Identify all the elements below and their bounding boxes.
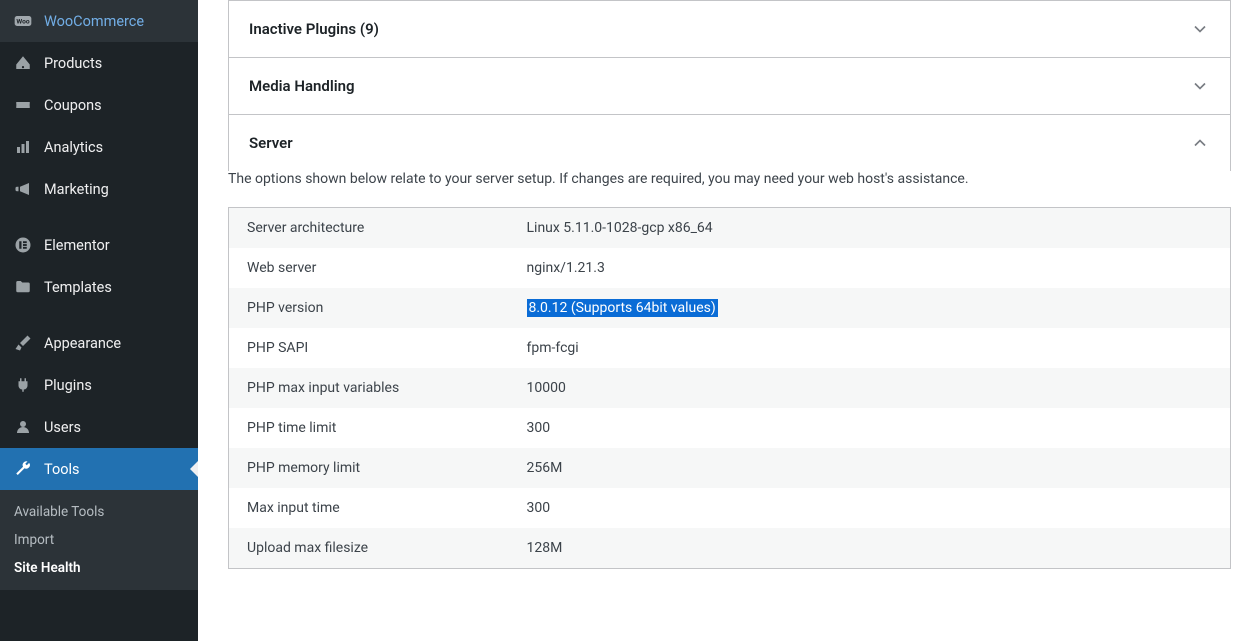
server-panel-body: The options shown below relate to your s… xyxy=(228,171,1231,589)
menu-label: Analytics xyxy=(44,139,103,156)
sidebar-item-marketing[interactable]: Marketing xyxy=(0,168,198,210)
elementor-icon xyxy=(12,234,34,256)
sidebar-item-woocommerce[interactable]: Woo WooCommerce xyxy=(0,0,198,42)
table-row: PHP version 8.0.12 (Supports 64bit values… xyxy=(229,288,1231,328)
menu-label: Appearance xyxy=(44,335,121,352)
menu-label: Plugins xyxy=(44,377,92,394)
menu-label: Products xyxy=(44,55,102,72)
row-value: Linux 5.11.0-1028-gcp x86_64 xyxy=(509,208,1231,249)
table-row: PHP max input variables10000 xyxy=(229,368,1231,408)
panel-media-handling: Media Handling xyxy=(228,58,1231,115)
row-value: 256M xyxy=(509,448,1231,488)
row-value: 10000 xyxy=(509,368,1231,408)
plug-icon xyxy=(12,374,34,396)
panel-title: Server xyxy=(249,134,293,152)
menu-label: Users xyxy=(44,419,81,436)
sidebar-item-plugins[interactable]: Plugins xyxy=(0,364,198,406)
sidebar-item-analytics[interactable]: Analytics xyxy=(0,126,198,168)
user-icon xyxy=(12,416,34,438)
submenu-import[interactable]: Import xyxy=(0,526,198,554)
sidebar-item-appearance[interactable]: Appearance xyxy=(0,322,198,364)
panel-toggle-server[interactable]: Server xyxy=(229,115,1230,171)
tools-submenu: Available Tools Import Site Health xyxy=(0,490,198,590)
woo-icon: Woo xyxy=(12,10,34,32)
panel-title: Media Handling xyxy=(249,77,355,95)
menu-label: Elementor xyxy=(44,237,110,254)
submenu-site-health[interactable]: Site Health xyxy=(0,554,198,582)
panel-title: Inactive Plugins (9) xyxy=(249,20,379,38)
row-label: PHP memory limit xyxy=(229,448,509,488)
ticket-icon xyxy=(12,94,34,116)
server-description: The options shown below relate to your s… xyxy=(228,171,1231,207)
row-value: 128M xyxy=(509,528,1231,569)
menu-label: WooCommerce xyxy=(44,13,144,30)
row-label: Server architecture xyxy=(229,208,509,249)
panel-toggle-media-handling[interactable]: Media Handling xyxy=(229,58,1230,114)
sidebar-item-users[interactable]: Users xyxy=(0,406,198,448)
chevron-down-icon xyxy=(1190,19,1210,39)
row-label: Upload max filesize xyxy=(229,528,509,569)
row-label: PHP version xyxy=(229,288,509,328)
row-label: PHP time limit xyxy=(229,408,509,448)
panel-toggle-inactive-plugins[interactable]: Inactive Plugins (9) xyxy=(229,1,1230,57)
row-value: 300 xyxy=(509,408,1231,448)
sidebar-item-products[interactable]: Products xyxy=(0,42,198,84)
brush-icon xyxy=(12,332,34,354)
menu-label: Coupons xyxy=(44,97,102,114)
menu-label: Templates xyxy=(44,279,112,296)
menu-label: Tools xyxy=(44,461,80,478)
table-row: Server architectureLinux 5.11.0-1028-gcp… xyxy=(229,208,1231,249)
highlighted-text: 8.0.12 (Supports 64bit values) xyxy=(527,299,718,317)
panel-server: Server xyxy=(228,115,1231,171)
menu-label: Marketing xyxy=(44,181,109,198)
chart-icon xyxy=(12,136,34,158)
folder-icon xyxy=(12,276,34,298)
sidebar-item-templates[interactable]: Templates xyxy=(0,266,198,308)
table-row: PHP SAPIfpm-fcgi xyxy=(229,328,1231,368)
tag-icon xyxy=(12,52,34,74)
svg-text:Woo: Woo xyxy=(16,18,29,26)
server-info-table: Server architectureLinux 5.11.0-1028-gcp… xyxy=(228,207,1231,569)
megaphone-icon xyxy=(12,178,34,200)
row-value: fpm-fcgi xyxy=(509,328,1231,368)
row-value: nginx/1.21.3 xyxy=(509,248,1231,288)
row-label: PHP max input variables xyxy=(229,368,509,408)
submenu-available-tools[interactable]: Available Tools xyxy=(0,498,198,526)
table-row: PHP time limit300 xyxy=(229,408,1231,448)
table-row: PHP memory limit256M xyxy=(229,448,1231,488)
table-row: Upload max filesize128M xyxy=(229,528,1231,569)
row-label: Web server xyxy=(229,248,509,288)
row-label: Max input time xyxy=(229,488,509,528)
sidebar-item-coupons[interactable]: Coupons xyxy=(0,84,198,126)
table-row: Web servernginx/1.21.3 xyxy=(229,248,1231,288)
row-value: 8.0.12 (Supports 64bit values) xyxy=(509,288,1231,328)
admin-sidebar: Woo WooCommerce Products Coupons Analyti… xyxy=(0,0,198,641)
row-value: 300 xyxy=(509,488,1231,528)
table-row: Max input time300 xyxy=(229,488,1231,528)
sidebar-item-elementor[interactable]: Elementor xyxy=(0,224,198,266)
chevron-up-icon xyxy=(1190,133,1210,153)
wrench-icon xyxy=(12,458,34,480)
sidebar-item-tools[interactable]: Tools xyxy=(0,448,198,490)
chevron-down-icon xyxy=(1190,76,1210,96)
main-content: Inactive Plugins (9) Media Handling Serv… xyxy=(198,0,1243,641)
panel-inactive-plugins: Inactive Plugins (9) xyxy=(228,0,1231,58)
row-label: PHP SAPI xyxy=(229,328,509,368)
